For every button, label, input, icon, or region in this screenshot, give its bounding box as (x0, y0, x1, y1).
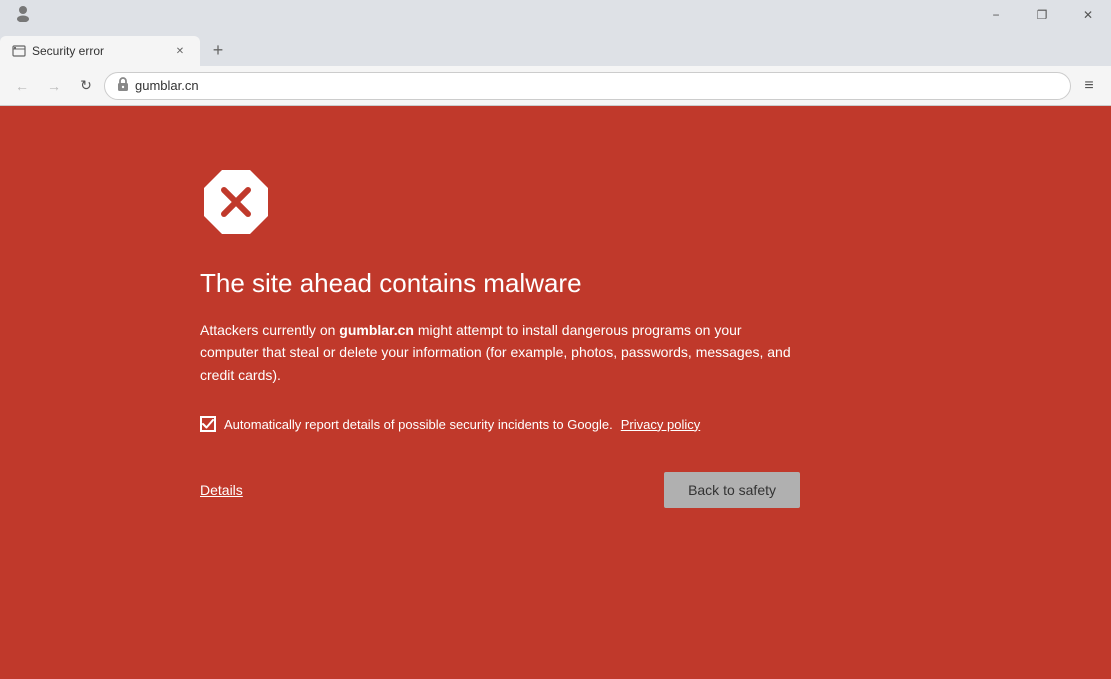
menu-button[interactable]: ≡ (1075, 72, 1103, 100)
tab-bar: Security error ✕ + (0, 30, 1111, 66)
malware-domain: gumblar.cn (339, 322, 414, 338)
error-page: The site ahead contains malware Attacker… (0, 106, 1111, 679)
title-bar-controls: − ❐ ✕ (973, 0, 1111, 30)
error-icon (200, 166, 272, 238)
privacy-policy-link[interactable]: Privacy policy (621, 417, 700, 432)
action-buttons: Details Back to safety (200, 472, 800, 508)
active-tab[interactable]: Security error ✕ (0, 36, 200, 66)
tab-title: Security error (32, 44, 166, 58)
back-to-safety-button[interactable]: Back to safety (664, 472, 800, 508)
description-before: Attackers currently on (200, 322, 339, 338)
details-link[interactable]: Details (200, 482, 243, 498)
address-text: gumblar.cn (135, 78, 199, 93)
close-button[interactable]: ✕ (1065, 0, 1111, 30)
report-checkbox-area: Automatically report details of possible… (200, 416, 700, 432)
minimize-button[interactable]: − (973, 0, 1019, 30)
reload-button[interactable]: ↻ (72, 72, 100, 100)
new-tab-button[interactable]: + (204, 36, 232, 64)
address-lock-icon (117, 77, 129, 94)
user-icon (14, 4, 32, 27)
report-checkbox[interactable] (200, 416, 216, 432)
error-heading: The site ahead contains malware (200, 268, 582, 299)
back-button[interactable]: ← (8, 72, 36, 100)
user-icon-area[interactable] (0, 0, 46, 30)
error-description: Attackers currently on gumblar.cn might … (200, 319, 800, 386)
forward-button[interactable]: → (40, 72, 68, 100)
title-bar: − ❐ ✕ (0, 0, 1111, 30)
nav-bar: ← → ↻ gumblar.cn ≡ (0, 66, 1111, 106)
checkbox-label: Automatically report details of possible… (224, 417, 613, 432)
tab-close-button[interactable]: ✕ (172, 43, 188, 59)
tab-favicon (12, 44, 26, 58)
address-bar[interactable]: gumblar.cn (104, 72, 1071, 100)
restore-button[interactable]: ❐ (1019, 0, 1065, 30)
